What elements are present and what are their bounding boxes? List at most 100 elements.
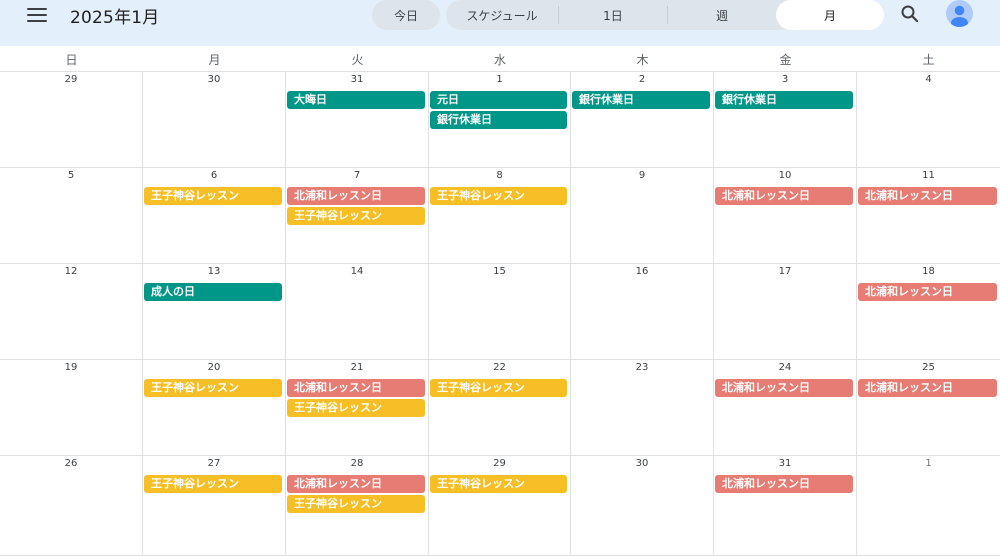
day-cell[interactable]: 14 [286, 264, 429, 360]
day-cell[interactable]: 23 [571, 360, 714, 456]
day-number[interactable]: 29 [429, 458, 570, 469]
day-number[interactable]: 15 [429, 266, 570, 277]
lesson-kamiya-event[interactable]: 王子神谷レッスン [430, 187, 567, 205]
today-button[interactable]: 今日 [372, 0, 440, 30]
day-number[interactable]: 24 [714, 362, 856, 373]
day-cell[interactable]: 4 [857, 72, 1000, 168]
lesson-kamiya-event[interactable]: 王子神谷レッスン [287, 399, 425, 417]
lesson-kamiya-event[interactable]: 王子神谷レッスン [144, 187, 282, 205]
day-cell[interactable]: 7 北浦和レッスン日 王子神谷レッスン [286, 168, 429, 264]
day-cell[interactable]: 30 [143, 72, 286, 168]
day-cell[interactable]: 3 銀行休業日 [714, 72, 857, 168]
day-number[interactable]: 31 [714, 458, 856, 469]
holiday-event[interactable]: 銀行休業日 [430, 111, 567, 129]
view-tab-month[interactable]: 月 [776, 0, 884, 30]
day-cell[interactable]: 6 王子神谷レッスン [143, 168, 286, 264]
lesson-kitaurawa-event[interactable]: 北浦和レッスン日 [287, 379, 425, 397]
holiday-event[interactable]: 元日 [430, 91, 567, 109]
day-cell[interactable]: 13 成人の日 [143, 264, 286, 360]
day-cell[interactable]: 31 大晦日 [286, 72, 429, 168]
day-number[interactable]: 28 [286, 458, 428, 469]
day-cell[interactable]: 21 北浦和レッスン日 王子神谷レッスン [286, 360, 429, 456]
day-number[interactable]: 18 [857, 266, 1000, 277]
day-cell[interactable]: 1 元日銀行休業日 [429, 72, 571, 168]
view-tab-week[interactable]: 週 [668, 0, 776, 30]
lesson-kamiya-event[interactable]: 王子神谷レッスン [430, 379, 567, 397]
day-cell[interactable]: 5 [0, 168, 143, 264]
day-cell[interactable]: 28 北浦和レッスン日 王子神谷レッスン [286, 456, 429, 556]
lesson-kamiya-event[interactable]: 王子神谷レッスン [144, 379, 282, 397]
day-number[interactable]: 7 [286, 170, 428, 181]
day-cell[interactable]: 2 銀行休業日 [571, 72, 714, 168]
day-cell[interactable]: 20 王子神谷レッスン [143, 360, 286, 456]
day-number[interactable]: 13 [143, 266, 285, 277]
day-cell[interactable]: 16 [571, 264, 714, 360]
lesson-kamiya-event[interactable]: 王子神谷レッスン [430, 475, 567, 493]
day-number[interactable]: 19 [0, 362, 142, 373]
view-tab-day[interactable]: 1日 [559, 0, 667, 30]
day-cell[interactable]: 17 [714, 264, 857, 360]
day-number[interactable]: 11 [857, 170, 1000, 181]
holiday-event[interactable]: 成人の日 [144, 283, 282, 301]
day-cell[interactable]: 11 北浦和レッスン日 [857, 168, 1000, 264]
day-number[interactable]: 22 [429, 362, 570, 373]
lesson-kitaurawa-event[interactable]: 北浦和レッスン日 [715, 187, 853, 205]
lesson-kitaurawa-event[interactable]: 北浦和レッスン日 [715, 475, 853, 493]
search-icon[interactable] [898, 2, 922, 26]
day-cell[interactable]: 29 王子神谷レッスン [429, 456, 571, 556]
view-tab-schedule[interactable]: スケジュール [446, 0, 558, 30]
day-number[interactable]: 5 [0, 170, 142, 181]
day-number[interactable]: 26 [0, 458, 142, 469]
day-cell[interactable]: 22 王子神谷レッスン [429, 360, 571, 456]
lesson-kamiya-event[interactable]: 王子神谷レッスン [144, 475, 282, 493]
day-cell[interactable]: 25 北浦和レッスン日 [857, 360, 1000, 456]
day-number[interactable]: 6 [143, 170, 285, 181]
day-cell[interactable]: 10 北浦和レッスン日 [714, 168, 857, 264]
hamburger-menu-icon[interactable] [26, 6, 48, 24]
day-cell[interactable]: 24 北浦和レッスン日 [714, 360, 857, 456]
lesson-kamiya-event[interactable]: 王子神谷レッスン [287, 495, 425, 513]
day-number[interactable]: 21 [286, 362, 428, 373]
day-cell[interactable]: 9 [571, 168, 714, 264]
day-number[interactable]: 30 [571, 458, 713, 469]
day-number[interactable]: 25 [857, 362, 1000, 373]
lesson-kitaurawa-event[interactable]: 北浦和レッスン日 [858, 187, 997, 205]
day-cell[interactable]: 18 北浦和レッスン日 [857, 264, 1000, 360]
day-number[interactable]: 3 [714, 74, 856, 85]
lesson-kitaurawa-event[interactable]: 北浦和レッスン日 [287, 475, 425, 493]
lesson-kitaurawa-event[interactable]: 北浦和レッスン日 [858, 379, 997, 397]
day-cell[interactable]: 27 王子神谷レッスン [143, 456, 286, 556]
holiday-event[interactable]: 銀行休業日 [715, 91, 853, 109]
day-cell[interactable]: 19 [0, 360, 143, 456]
day-number[interactable]: 4 [857, 74, 1000, 85]
day-number[interactable]: 2 [571, 74, 713, 85]
day-cell[interactable]: 8 王子神谷レッスン [429, 168, 571, 264]
day-number[interactable]: 23 [571, 362, 713, 373]
day-cell[interactable]: 30 [571, 456, 714, 556]
lesson-kamiya-event[interactable]: 王子神谷レッスン [287, 207, 425, 225]
day-number[interactable]: 12 [0, 266, 142, 277]
lesson-kitaurawa-event[interactable]: 北浦和レッスン日 [287, 187, 425, 205]
holiday-event[interactable]: 大晦日 [287, 91, 425, 109]
day-number[interactable]: 1 [857, 458, 1000, 469]
day-number[interactable]: 17 [714, 266, 856, 277]
day-number[interactable]: 8 [429, 170, 570, 181]
holiday-event[interactable]: 銀行休業日 [572, 91, 710, 109]
day-number[interactable]: 10 [714, 170, 856, 181]
day-cell[interactable]: 15 [429, 264, 571, 360]
day-number[interactable]: 27 [143, 458, 285, 469]
day-number[interactable]: 1 [429, 74, 570, 85]
day-cell[interactable]: 1 [857, 456, 1000, 556]
day-cell[interactable]: 12 [0, 264, 143, 360]
day-cell[interactable]: 26 [0, 456, 143, 556]
day-cell[interactable]: 31 北浦和レッスン日 [714, 456, 857, 556]
day-cell[interactable]: 29 [0, 72, 143, 168]
day-number[interactable]: 14 [286, 266, 428, 277]
day-number[interactable]: 16 [571, 266, 713, 277]
day-number[interactable]: 31 [286, 74, 428, 85]
day-number[interactable]: 30 [143, 74, 285, 85]
day-number[interactable]: 9 [571, 170, 713, 181]
lesson-kitaurawa-event[interactable]: 北浦和レッスン日 [715, 379, 853, 397]
lesson-kitaurawa-event[interactable]: 北浦和レッスン日 [858, 283, 997, 301]
day-number[interactable]: 20 [143, 362, 285, 373]
